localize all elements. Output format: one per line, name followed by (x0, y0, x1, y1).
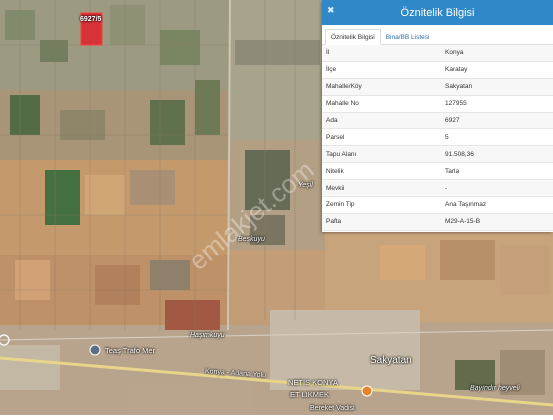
table-row: İl Konya (322, 45, 553, 62)
attribute-key: Nitelik (322, 162, 441, 181)
table-row: Ada 6927 (322, 112, 553, 130)
attribute-value: M29-A-15-B (441, 213, 553, 231)
attribute-key: Pafta (322, 213, 441, 231)
attribute-table: İl Konya İlçe Karatay Mahalle/Köy Sakyatan Mah… (322, 45, 553, 231)
panel-title: Öznitelik Bilgisi (400, 6, 475, 19)
place-label-bayindir: Bayındır heyveli (470, 385, 520, 392)
attribute-key: Zemin Tip (322, 196, 441, 214)
attribute-value: 6927 (441, 112, 553, 130)
table-row: Mahalle No 127955 (322, 95, 553, 113)
attribute-key: İlçe (322, 61, 441, 79)
attribute-key: Mahalle/Köy (322, 78, 441, 96)
place-label-bereket: Bereket Vadisi (310, 405, 355, 412)
attribute-value: Sakyatan (441, 78, 553, 96)
attribute-key: Mevkii (322, 179, 441, 198)
table-row: Nitelik Tarla (322, 162, 553, 181)
table-row: Mahalle/Köy Sakyatan (322, 78, 553, 96)
attribute-value: Karatay (441, 61, 553, 79)
place-label-hasimkuyu: Haşimkuyu (190, 332, 225, 339)
attribute-key: Parsel (322, 128, 441, 147)
table-row: Parsel 5 (322, 128, 553, 147)
attribute-panel: ✖ Öznitelik Bilgisi Öznitelik Bilgisi Bi… (322, 0, 553, 232)
poi-label-etlik: ET LIKMEK (290, 390, 330, 399)
tab-building-list[interactable]: Bina/BB Listesi (381, 30, 435, 44)
table-row: Zemin Tip Ana Taşınmaz (322, 196, 553, 214)
panel-tabs: Öznitelik Bilgisi Bina/BB Listesi (322, 25, 553, 45)
poi-label-teas: Teaş Trafo Mer (105, 346, 156, 355)
tab-attribute-info[interactable]: Öznitelik Bilgisi (325, 29, 381, 45)
attribute-value: Konya (441, 45, 553, 62)
attribute-key: Mahalle No (322, 95, 441, 113)
restaurant-marker (361, 385, 373, 397)
table-row: Mevkii - (322, 179, 553, 198)
panel-header: ✖ Öznitelik Bilgisi (322, 0, 553, 25)
attribute-value: - (441, 179, 553, 198)
attribute-value: Tarla (441, 162, 553, 181)
attribute-key: Tapu Alanı (322, 145, 441, 164)
table-row: İlçe Karatay (322, 61, 553, 79)
close-icon[interactable]: ✖ (327, 5, 335, 16)
table-row: Tapu Alanı 91.508,36 (322, 145, 553, 164)
attribute-value: 91.508,36 (441, 145, 553, 164)
place-label-sakyatan: Sakyatan (370, 355, 412, 366)
table-row: Pafta M29-A-15-B (322, 213, 553, 231)
parcel-label: 6927/5 (80, 16, 102, 23)
poi-label-netis: NETIS KONYA (288, 378, 338, 387)
attribute-value: Ana Taşınmaz (441, 196, 553, 214)
attribute-value: 5 (441, 128, 553, 147)
poi-marker (89, 344, 101, 356)
attribute-key: Ada (322, 112, 441, 130)
attribute-key: İl (322, 45, 441, 62)
attribute-value: 127955 (441, 95, 553, 113)
